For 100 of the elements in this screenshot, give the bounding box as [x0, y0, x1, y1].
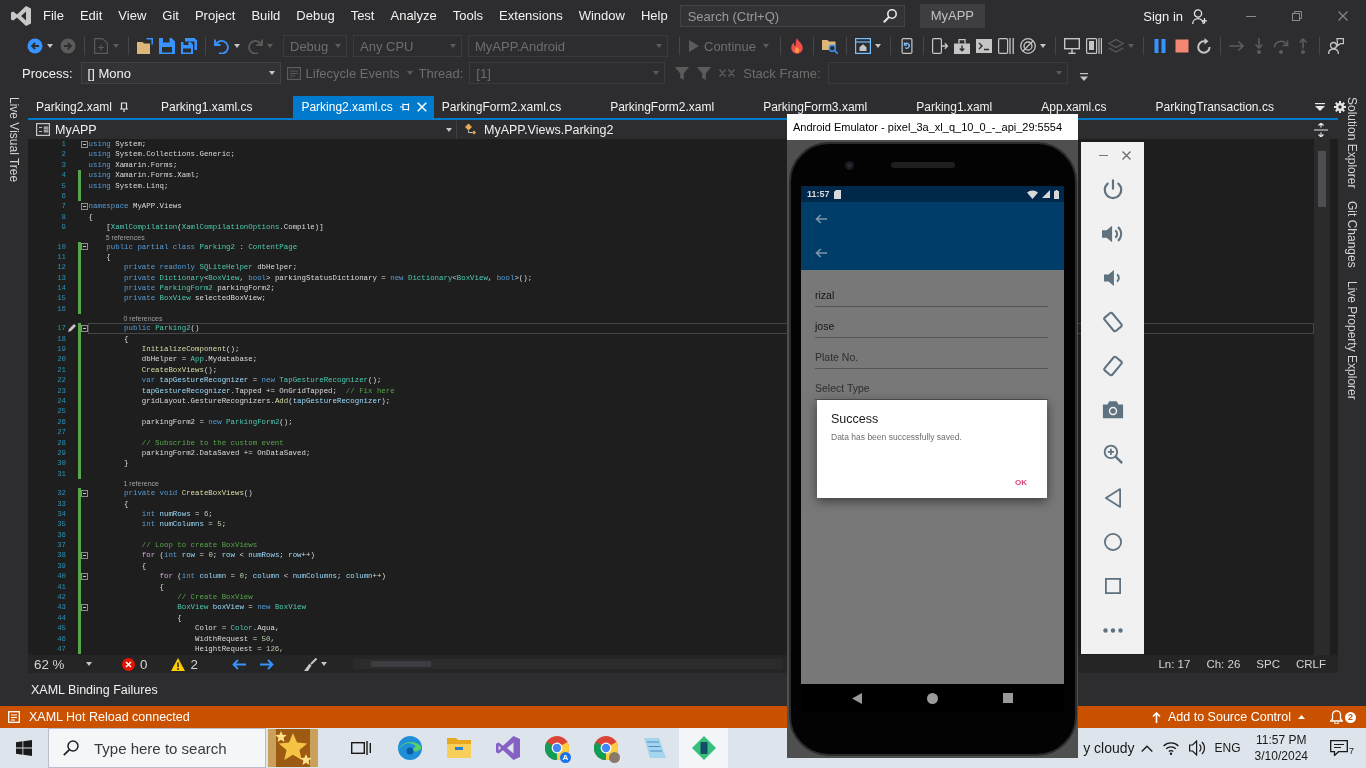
split-icon[interactable] — [1314, 122, 1328, 137]
tool-window-tab[interactable]: Git Changes — [1345, 201, 1359, 269]
home-circle-icon[interactable] — [1103, 533, 1122, 551]
menu-item[interactable]: Window — [570, 4, 633, 28]
menu-item[interactable]: Project — [186, 4, 244, 28]
search-icon[interactable] — [882, 9, 897, 23]
restore-icon[interactable] — [1292, 11, 1302, 21]
tool-window-tab[interactable]: XAML Binding Failures — [31, 682, 158, 697]
type-dropdown[interactable]: MyAPP.Views.Parking2 — [461, 120, 781, 139]
phone-refresh-icon[interactable] — [899, 38, 916, 54]
project-dropdown[interactable]: MyAPP — [32, 120, 457, 139]
monitor-icon[interactable] — [1064, 38, 1081, 54]
collapse-icon[interactable] — [81, 324, 88, 332]
menu-item[interactable]: File — [35, 4, 72, 28]
tab-list-icon[interactable] — [1314, 103, 1325, 111]
rotate-right-icon[interactable] — [1101, 355, 1124, 377]
whitespace-mode[interactable]: SPC — [1256, 658, 1280, 670]
document-tab[interactable]: Parking2.xaml.cs — [293, 96, 434, 118]
zoom-dropdown[interactable]: 62 % — [34, 656, 94, 672]
overview-square-icon[interactable] — [1104, 578, 1121, 594]
collapse-icon[interactable] — [81, 489, 88, 497]
brush-icon[interactable] — [303, 657, 317, 671]
notification-icon[interactable] — [1330, 740, 1348, 756]
back-triangle-icon[interactable] — [1104, 488, 1121, 508]
weather-text[interactable]: y cloudy — [1083, 740, 1135, 756]
warning-count[interactable]: 2 — [171, 656, 198, 672]
terminal-icon[interactable] — [976, 38, 993, 54]
undo-icon[interactable] — [214, 38, 230, 54]
taskbar-search-field[interactable]: Type here to search — [48, 728, 266, 768]
volume-up-icon[interactable] — [1101, 223, 1124, 245]
pause-icon[interactable] — [1152, 38, 1169, 54]
caret-icon[interactable] — [234, 44, 240, 48]
minimize-icon[interactable] — [1099, 154, 1108, 156]
menu-item[interactable]: Help — [632, 4, 676, 28]
source-control-button[interactable]: Add to Source Control — [1152, 710, 1305, 724]
start-icon[interactable] — [16, 740, 32, 756]
location-combo-box[interactable]: [] Mono — [80, 62, 281, 84]
menu-item[interactable]: Edit — [71, 4, 111, 28]
caret-icon[interactable] — [320, 662, 327, 666]
caret-icon[interactable] — [268, 71, 275, 75]
collapse-icon[interactable] — [81, 140, 88, 148]
left-arrow-icon[interactable] — [231, 658, 246, 670]
open-folder-icon[interactable] — [137, 38, 153, 54]
input-language[interactable]: ENG — [1214, 741, 1241, 755]
save-icon[interactable] — [159, 38, 175, 54]
document-tab[interactable]: Parking1.xaml.cs — [153, 96, 294, 118]
stop-icon[interactable] — [1174, 38, 1191, 54]
caret-icon[interactable] — [47, 44, 53, 48]
menu-item[interactable]: Tools — [444, 4, 492, 28]
camera-icon[interactable] — [1101, 400, 1124, 420]
minimize-icon[interactable] — [1246, 15, 1256, 17]
menu-item[interactable]: Git — [154, 4, 187, 28]
menu-item[interactable]: Analyze — [382, 4, 445, 28]
collapse-icon[interactable] — [81, 604, 88, 612]
caret-icon[interactable] — [446, 127, 452, 132]
document-tab[interactable]: ParkingForm2.xaml — [602, 96, 756, 118]
ok-button[interactable]: OK — [1009, 475, 1033, 490]
folder-search-icon[interactable] — [822, 38, 839, 54]
document-tab[interactable]: ParkingTransaction.cs — [1147, 96, 1315, 118]
collapse-icon[interactable] — [81, 243, 88, 251]
back-triangle-icon[interactable] — [852, 692, 862, 704]
star-tile-icon[interactable] — [268, 729, 318, 767]
chevron-up-icon[interactable] — [1140, 744, 1153, 752]
document-tab[interactable]: ParkingForm2.xaml.cs — [433, 96, 603, 118]
tablet-panel-icon[interactable] — [1086, 38, 1103, 54]
sign-in-button[interactable]: Sign in — [1143, 8, 1207, 24]
pencil-icon[interactable] — [67, 324, 76, 333]
menu-item[interactable]: Build — [243, 4, 289, 28]
power-icon[interactable] — [1101, 179, 1124, 201]
vertical-scrollbar[interactable] — [1314, 139, 1330, 655]
collapse-icon[interactable] — [81, 572, 88, 580]
tool-window-tab[interactable]: Solution Explorer — [1345, 97, 1359, 189]
settings-icon[interactable] — [1333, 101, 1346, 113]
volume-down-icon[interactable] — [1103, 267, 1122, 289]
toolbar-overflow-icon[interactable] — [1079, 73, 1088, 81]
zoom-in-icon[interactable] — [1102, 444, 1123, 464]
flame-icon[interactable] — [789, 38, 806, 54]
tool-window-tab[interactable]: Live Property Explorer — [1345, 281, 1359, 400]
collapse-icon[interactable] — [81, 552, 88, 560]
feedback-icon[interactable] — [1328, 38, 1345, 54]
caret-icon[interactable] — [875, 44, 882, 48]
text-field[interactable]: jose — [815, 315, 1048, 338]
back-arrow-icon[interactable] — [815, 248, 827, 258]
caret-icon[interactable] — [1040, 44, 1047, 48]
error-count[interactable]: 0 — [122, 656, 148, 672]
pin-icon[interactable] — [119, 102, 130, 112]
rotate-left-icon[interactable] — [1101, 311, 1124, 333]
menu-item[interactable]: Extensions — [491, 4, 571, 28]
home-circle-icon[interactable] — [927, 692, 938, 704]
clock-time[interactable]: 11:57 PM — [1256, 732, 1307, 748]
document-tab[interactable]: Parking2.xaml — [28, 96, 154, 118]
pin-outline-icon[interactable] — [399, 102, 410, 112]
bell-icon[interactable] — [1330, 710, 1343, 724]
save-all-icon[interactable] — [181, 38, 197, 54]
toolbox-icon[interactable] — [954, 38, 971, 54]
tool-window-tab[interactable]: Live Visual Tree — [7, 97, 21, 183]
close-icon[interactable] — [1122, 150, 1131, 160]
home-window-icon[interactable] — [855, 38, 872, 54]
back-arrow-icon[interactable] — [815, 214, 827, 224]
taskbar-app-button[interactable] — [679, 728, 728, 768]
